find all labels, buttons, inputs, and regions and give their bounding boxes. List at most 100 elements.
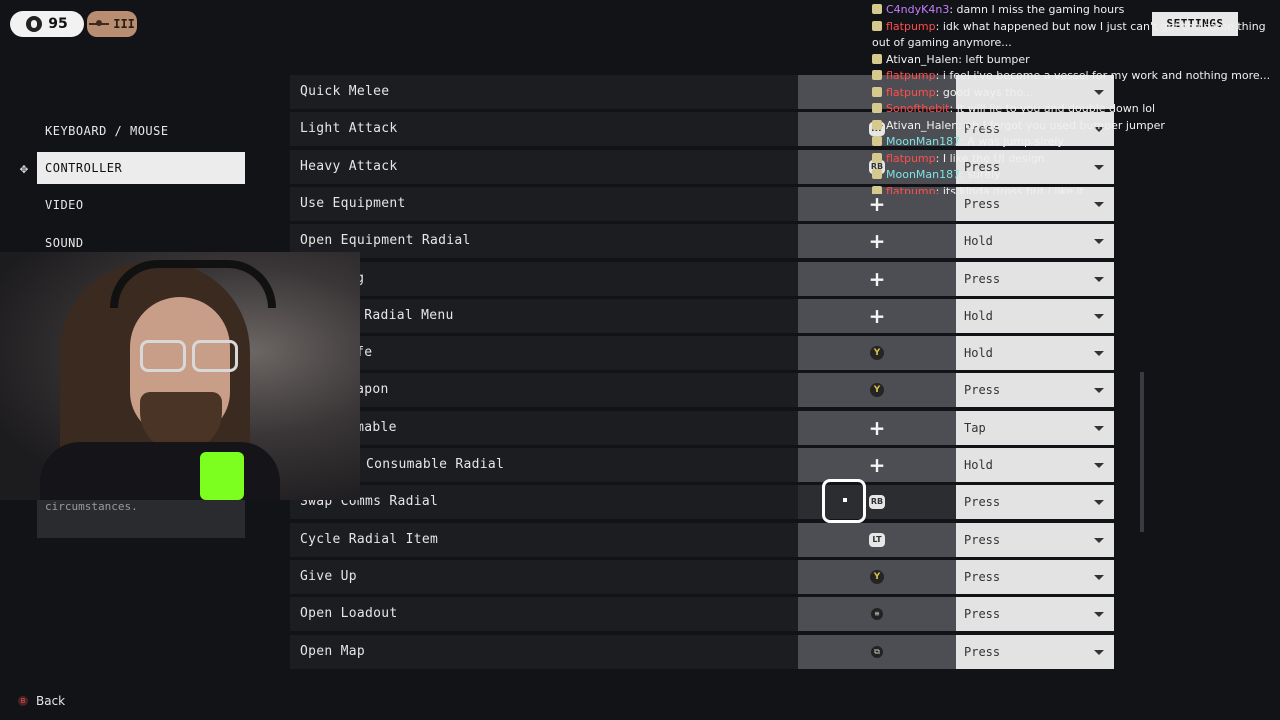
activation-mode-select[interactable]: Press — [956, 559, 1114, 594]
chat-badge-icon — [872, 119, 882, 130]
activation-mode-value: Press — [964, 532, 1001, 547]
player-level-badge: 95 — [10, 11, 84, 37]
keybind-button[interactable]: ≡ — [798, 597, 956, 632]
keybind-button[interactable]: Y — [798, 559, 956, 594]
activation-mode-select[interactable]: Press — [956, 597, 1114, 632]
webcam-glasses-left — [140, 340, 186, 372]
chat-username[interactable]: flatpump — [886, 185, 936, 195]
chat-username[interactable]: flatpump — [886, 69, 936, 82]
lt-button-icon: LT — [869, 532, 885, 547]
sidebar-item-controller[interactable]: CONTROLLER — [37, 152, 245, 184]
chat-username[interactable]: flatpump — [886, 20, 936, 33]
activation-mode-value: Hold — [964, 308, 993, 323]
chat-text: : good ways tho... — [935, 85, 1034, 99]
keybind-row[interactable]: Open Equipment Radial + Hold — [290, 224, 1114, 259]
chat-username[interactable]: flatpump — [886, 86, 936, 99]
sidebar-item-video[interactable]: VIDEO — [37, 189, 245, 221]
chevron-down-icon — [1094, 574, 1104, 580]
keybind-row[interactable]: ng + Press — [290, 261, 1114, 296]
dpad-icon: + — [868, 453, 886, 477]
keybind-button[interactable]: + — [798, 448, 956, 482]
keybind-button[interactable]: Y — [798, 373, 956, 408]
activation-mode-select[interactable]: Tap — [956, 410, 1114, 445]
chat-message: flatpump: good ways tho... — [872, 85, 1272, 102]
keybind-action-label: umable — [290, 410, 798, 445]
back-button[interactable]: B Back — [18, 694, 65, 708]
chat-badge-icon — [872, 152, 882, 163]
chat-username[interactable]: Ativan_Halen — [886, 53, 958, 66]
chat-username[interactable]: MoonMan187 — [886, 168, 960, 181]
chat-username[interactable]: C4ndyK4n3 — [886, 3, 949, 16]
keybind-row[interactable]: g Radial Menu + Hold — [290, 298, 1114, 333]
keybind-button[interactable]: + — [798, 410, 956, 445]
sidebar-item-keyboard-mouse[interactable]: KEYBOARD / MOUSE — [37, 115, 245, 147]
chat-message: MoonMan187: surely — [872, 167, 1272, 184]
keybind-row[interactable]: umable + Tap — [290, 410, 1114, 445]
keybind-action-label: Open Map — [290, 634, 798, 669]
dpad-icon: + — [868, 415, 886, 440]
activation-mode-value: Press — [964, 495, 1001, 510]
chat-badge-icon — [872, 70, 882, 80]
sidebar-item-label: SOUND — [45, 236, 84, 250]
keybind-button[interactable]: + — [798, 298, 956, 333]
webcam-glasses-right — [192, 340, 238, 372]
keybind-action-label: ng — [290, 261, 798, 296]
dpad-icon: + — [868, 191, 886, 216]
chat-message: flatpump: I like the UI design — [872, 151, 1272, 168]
keybind-action-label: eapon — [290, 373, 798, 408]
keybind-action-label: Swap Comms Radial — [290, 485, 798, 520]
activation-mode-value: Press — [964, 644, 1001, 659]
activation-mode-select[interactable]: Hold — [956, 298, 1114, 333]
keybind-row[interactable]: Open Map ⧉ Press — [290, 634, 1114, 669]
chevron-down-icon — [1094, 500, 1104, 506]
keybind-button[interactable]: Y — [798, 336, 956, 371]
keybind-row[interactable]: Open Loadout ≡ Press — [290, 597, 1114, 632]
keybind-button[interactable]: + — [798, 224, 956, 259]
activation-mode-value: Tap — [964, 420, 986, 435]
keybind-button[interactable]: + — [798, 261, 956, 296]
keybind-row[interactable]: eapon Y Press — [290, 373, 1114, 408]
dpad-icon: + — [868, 229, 886, 254]
chat-message: MoonMan187: A was jump sirely — [872, 134, 1272, 151]
chat-text: : it will lie to you and double down lol — [949, 102, 1156, 115]
chat-username[interactable]: MoonMan187 — [886, 135, 960, 148]
chat-text: : i feel i've become a vessel for my wor… — [935, 69, 1271, 82]
keybind-button[interactable]: ⧉ — [798, 634, 956, 669]
activation-mode-value: Press — [964, 383, 1001, 398]
keybind-row[interactable]: Give Up Y Press — [290, 559, 1114, 594]
activation-mode-select[interactable]: Press — [956, 261, 1114, 296]
chat-text: : left bumper — [958, 52, 1030, 66]
keybind-action-label: Open Loadout — [290, 597, 798, 632]
keybind-button[interactable]: LT — [798, 522, 956, 557]
chat-text: : its kinda gross but i like it — [935, 184, 1085, 195]
activation-mode-select[interactable]: Press — [956, 522, 1114, 557]
activation-mode-select[interactable]: Hold — [956, 448, 1114, 482]
chat-username[interactable]: flatpump — [886, 152, 936, 165]
activation-mode-select[interactable]: Press — [956, 634, 1114, 669]
headset-icon — [26, 16, 43, 32]
keybind-row[interactable]: ife Y Hold — [290, 336, 1114, 371]
activation-mode-value: Hold — [964, 234, 993, 249]
keybind-action-label: Consumable Radial — [290, 448, 798, 482]
dpad-icon: + — [868, 266, 886, 291]
chat-badge-icon — [872, 103, 882, 113]
y-button-icon: Y — [870, 383, 884, 398]
activation-mode-select[interactable]: Hold — [956, 224, 1114, 259]
chat-username[interactable]: Sonofthebit — [886, 102, 950, 115]
keybind-row[interactable]: Swap Comms Radial RB Press — [290, 485, 1114, 520]
activation-mode-value: Hold — [964, 346, 993, 361]
rb-button-icon: RB — [869, 495, 885, 510]
chat-username[interactable]: Ativan_Halen — [886, 119, 958, 132]
keybind-row[interactable]: Consumable Radial + Hold — [290, 448, 1114, 482]
chat-overlay: C4ndyK4n3: damn I miss the gaming hours f… — [872, 2, 1272, 194]
scrollbar[interactable] — [1140, 372, 1144, 532]
chat-text: : I like the UI design — [935, 151, 1045, 165]
activation-mode-select[interactable]: Press — [956, 485, 1114, 520]
menu-button-icon: ≡ — [871, 608, 883, 621]
keybind-row[interactable]: Cycle Radial Item LT Press — [290, 522, 1114, 557]
activation-mode-select[interactable]: Press — [956, 373, 1114, 408]
activation-mode-select[interactable]: Hold — [956, 336, 1114, 371]
keybind-action-label: Open Equipment Radial — [290, 224, 798, 259]
activation-mode-value: Press — [964, 569, 1001, 584]
keybind-action-label: Light Attack — [290, 112, 798, 147]
